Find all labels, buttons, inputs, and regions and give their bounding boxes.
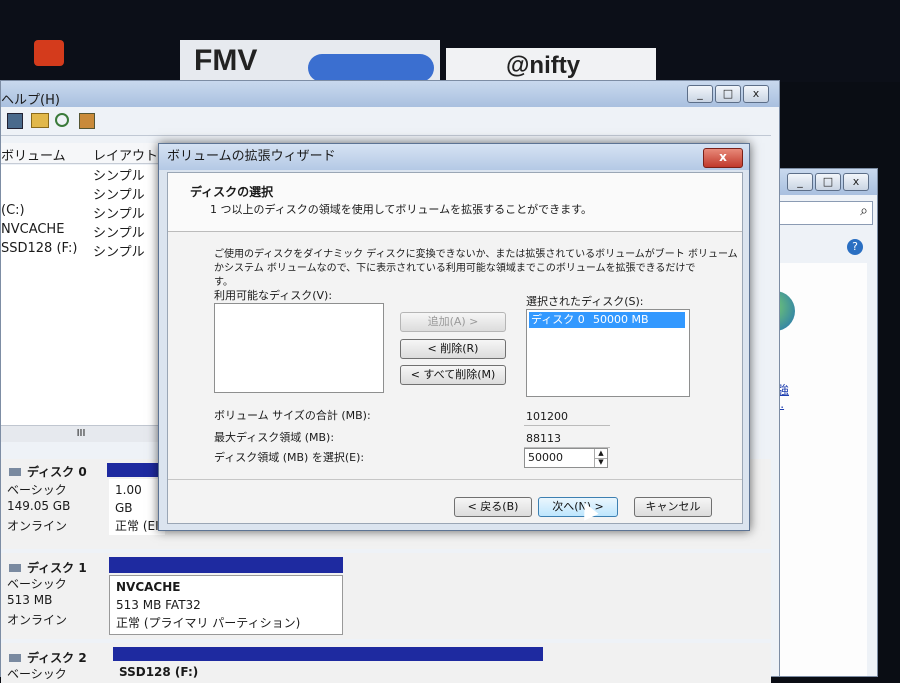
partition-nvcache[interactable]: NVCACHE 513 MB FAT32 正常 (プライマリ パーティション): [109, 575, 343, 635]
partition-size: 1.00 GB: [115, 483, 142, 515]
partition-name[interactable]: SSD128 (F:): [119, 665, 198, 679]
list-item[interactable]: (C:) シンプル: [1, 203, 145, 222]
disk-status: オンライン: [7, 613, 68, 627]
back-button[interactable]: < 戻る(B): [454, 497, 532, 517]
volume-name: NVCACHE: [1, 222, 65, 237]
dialog-header: ディスクの選択 1 つ以上のディスクの領域を使用してボリュームを拡張することがで…: [168, 173, 742, 232]
help-icon[interactable]: ?: [847, 239, 863, 255]
partition-status: 正常 (プライマリ パーティション): [116, 616, 301, 630]
max-space-value: 88113: [524, 431, 610, 448]
list-item[interactable]: NVCACHE シンプル: [1, 222, 145, 241]
volume-name: (C:): [1, 203, 25, 218]
list-item[interactable]: ディスク 0 50000 MB: [529, 312, 685, 328]
dialog-body: ディスクの選択 1 つ以上のディスクの領域を使用してボリュームを拡張することがで…: [167, 172, 743, 524]
scroll-thumb-grip: III: [76, 428, 86, 439]
column-layout[interactable]: レイアウト: [93, 145, 158, 164]
disk-type: ベーシック: [7, 577, 67, 591]
nifty-logo: @nifty: [506, 52, 581, 79]
selected-disks-list[interactable]: ディスク 0 50000 MB: [526, 309, 690, 397]
volume-list-header: ボリューム レイアウト: [1, 143, 161, 164]
info-line-1: ご使用のディスクをダイナミック ディスクに変換できないか、または拡張されているボ…: [214, 249, 738, 260]
volume-layout: シンプル: [93, 207, 145, 222]
select-space-stepper[interactable]: 50000 ▲ ▼: [524, 448, 608, 468]
extend-volume-wizard-dialog: ボリュームの拡張ウィザード x ディスクの選択 1 つ以上のディスクの領域を使用…: [158, 143, 750, 531]
disk-title-text: ディスク 1: [27, 561, 87, 575]
close-icon[interactable]: x: [703, 148, 743, 168]
dialog-heading: ディスクの選択: [190, 185, 274, 199]
dialog-title: ボリュームの拡張ウィザード: [167, 149, 336, 164]
disk-icon: [9, 564, 21, 572]
column-volume[interactable]: ボリューム: [1, 145, 66, 164]
search-icon[interactable]: ⌕: [860, 203, 868, 219]
available-disks-list[interactable]: [214, 303, 384, 393]
banner-panel-left: FMV: [180, 40, 440, 82]
info-line-3: す。: [214, 277, 233, 288]
disk-status: オンライン: [7, 519, 68, 533]
disk-icon: [9, 468, 21, 476]
taskbar-icon[interactable]: [34, 40, 64, 66]
disk-title-text: ディスク 2: [27, 651, 87, 665]
disk-row-2: ディスク 2 ベーシック SSD128 (F:): [1, 643, 771, 683]
dialog-titlebar: ボリュームの拡張ウィザード x: [159, 144, 749, 170]
add-button[interactable]: 追加(A) >: [400, 312, 506, 332]
cancel-button[interactable]: キャンセル: [634, 497, 712, 517]
banner-panel-right: @nifty: [446, 48, 656, 82]
selected-disks-label: 選択されたディスク(S):: [526, 295, 644, 308]
banner-oval-icon: [308, 54, 434, 82]
spin-down-icon[interactable]: ▼: [594, 458, 607, 467]
partition-size: 513 MB FAT32: [116, 598, 201, 612]
volume-name: SSD128 (F:): [1, 241, 78, 256]
partition-name: NVCACHE: [116, 580, 181, 594]
remove-all-button[interactable]: < すべて削除(M): [400, 365, 506, 385]
selected-disk-size: 50000 MB: [593, 313, 649, 326]
partition-bar: [113, 647, 543, 661]
top-app-banner: FMV @nifty: [0, 0, 900, 82]
partition-bar: [109, 557, 343, 573]
close-icon[interactable]: x: [843, 173, 869, 191]
available-disks-label: 利用可能なディスク(V):: [214, 289, 333, 302]
maximize-icon[interactable]: □: [815, 173, 841, 191]
disk-icon: [9, 654, 21, 662]
disk-management-titlebar: _ □ x: [1, 81, 779, 107]
disk-title-text: ディスク 0: [27, 465, 87, 479]
remove-button[interactable]: < 削除(R): [400, 339, 506, 359]
selected-disk-name: ディスク 0: [531, 313, 585, 326]
properties-icon[interactable]: [7, 113, 23, 129]
disk-title: ディスク 0: [9, 463, 87, 480]
toolbar: [1, 109, 771, 136]
select-space-value: 50000: [528, 451, 563, 464]
select-space-label: ディスク領域 (MB) を選択(E):: [214, 451, 365, 464]
horizontal-scrollbar[interactable]: III: [1, 425, 161, 442]
menu-help[interactable]: ヘルプ(H): [1, 89, 60, 108]
volume-layout: シンプル: [93, 245, 145, 260]
footer-divider: [168, 479, 742, 480]
partition-c[interactable]: 1.00 GB 正常 (EI: [109, 479, 165, 535]
minimize-icon[interactable]: _: [787, 173, 813, 191]
disk-title: ディスク 2: [9, 649, 87, 666]
zoom-icon[interactable]: [55, 113, 69, 127]
fmv-logo: FMV: [194, 44, 258, 77]
maximize-icon[interactable]: □: [715, 85, 741, 103]
max-space-label: 最大ディスク領域 (MB):: [214, 431, 335, 444]
dialog-subheading: 1 つ以上のディスクの領域を使用してボリュームを拡張することができます。: [210, 203, 592, 216]
total-size-label: ボリューム サイズの合計 (MB):: [214, 409, 371, 422]
disk-size: 149.05 GB: [7, 499, 71, 513]
disk-type: ベーシック: [7, 667, 67, 681]
disk-size: 513 MB: [7, 593, 53, 607]
volume-list: シンプル シンプル (C:) シンプル NVCACHE シンプル SSD128 (F…: [1, 165, 161, 427]
volume-layout: シンプル: [93, 188, 145, 203]
minimize-icon[interactable]: _: [687, 85, 713, 103]
disk-title: ディスク 1: [9, 559, 87, 576]
list-item[interactable]: SSD128 (F:) シンプル: [1, 241, 145, 260]
partition-status: 正常 (EI: [115, 519, 159, 533]
volume-layout: シンプル: [93, 226, 145, 241]
volume-layout: シンプル: [93, 169, 145, 184]
disk-row-1: ディスク 1 ベーシック 513 MB オンライン NVCACHE 513 MB…: [1, 553, 771, 639]
disk-type: ベーシック: [7, 483, 67, 497]
settings-icon[interactable]: [79, 113, 95, 129]
close-icon[interactable]: x: [743, 85, 769, 103]
info-line-2: かシステム ボリュームなので、下に表示されている利用可能な領域までこのボリューム…: [214, 263, 696, 274]
total-size-value: 101200: [524, 409, 610, 426]
folder-icon[interactable]: [31, 113, 49, 128]
